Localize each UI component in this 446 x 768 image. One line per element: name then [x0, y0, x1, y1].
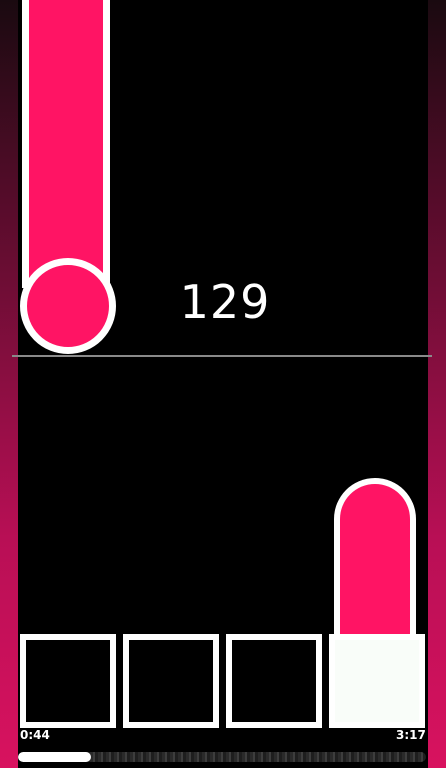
total-time: 3:17	[396, 728, 426, 742]
right-edge-glow	[428, 0, 446, 768]
lane-pad-4[interactable]	[329, 634, 425, 728]
song-progress-bar[interactable]	[18, 752, 426, 762]
game-stage: 129 0:44 3:17	[0, 0, 446, 768]
lane-pad-1[interactable]	[20, 634, 116, 728]
hold-note-head[interactable]	[20, 258, 116, 354]
song-progress-fill	[18, 752, 92, 762]
hold-note-body	[27, 0, 103, 300]
judgement-line	[12, 355, 432, 357]
left-edge-glow	[0, 0, 18, 768]
hold-note-border-left	[22, 0, 29, 288]
lane-pads	[20, 634, 425, 728]
score-counter: 129	[179, 275, 271, 329]
lane-pad-3[interactable]	[226, 634, 322, 728]
lane-pad-2[interactable]	[123, 634, 219, 728]
current-time: 0:44	[20, 728, 50, 742]
hold-note-border-right	[103, 0, 110, 288]
